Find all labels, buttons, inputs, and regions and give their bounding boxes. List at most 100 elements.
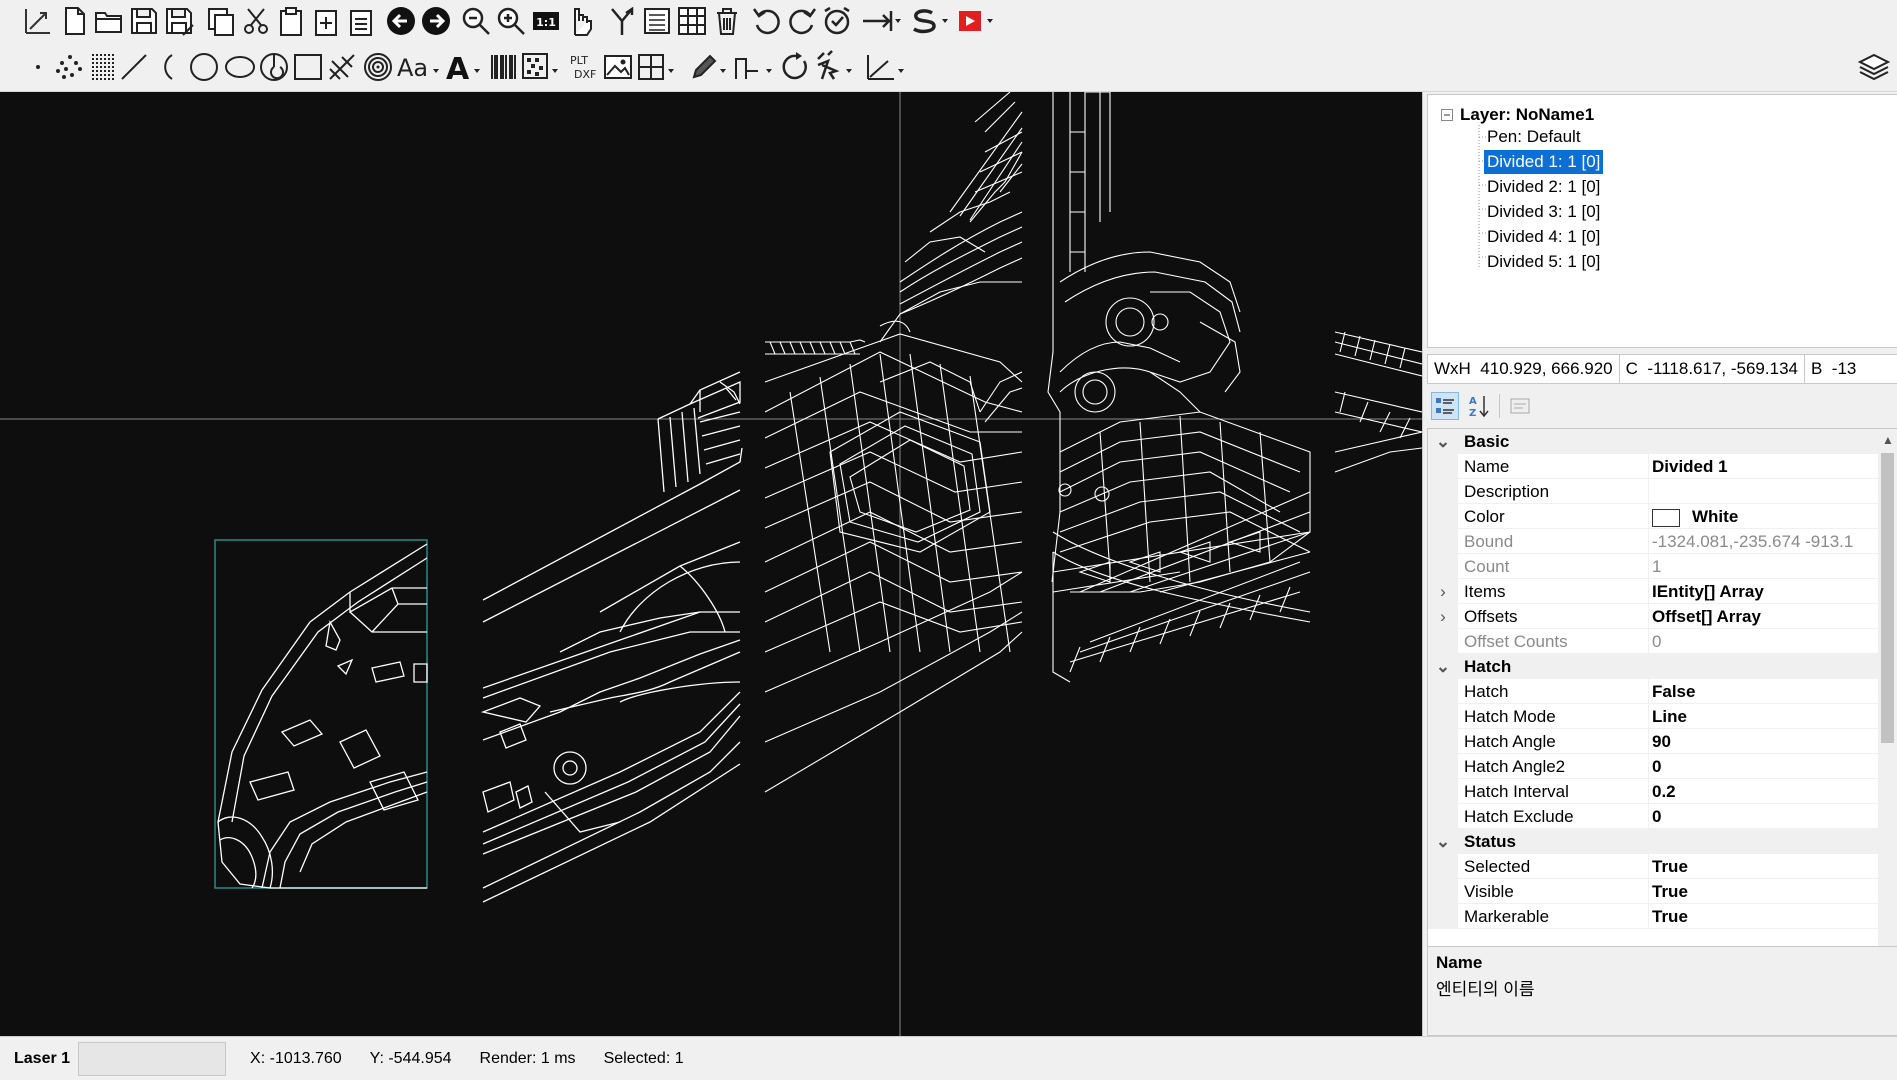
categorized-icon[interactable] <box>1431 392 1459 420</box>
rectangle-icon[interactable] <box>290 48 326 86</box>
prop-row-hatch-angle[interactable]: Hatch Angle 90 <box>1428 729 1879 754</box>
property-pages-icon[interactable] <box>1506 392 1534 420</box>
tree-item-divided-5[interactable]: Divided 5: 1 [0] <box>1484 250 1603 274</box>
alarm-icon[interactable] <box>819 2 855 40</box>
clipboard-icon[interactable] <box>343 2 379 40</box>
ellipse-icon[interactable] <box>222 48 258 86</box>
arrow-left-icon[interactable] <box>383 2 419 40</box>
prop-row-offset-counts[interactable]: Offset Counts 0 <box>1428 629 1879 654</box>
color-swatch <box>1652 508 1680 527</box>
rotate-cw-icon[interactable] <box>784 2 820 40</box>
sort-az-icon[interactable]: AZ <box>1465 392 1493 420</box>
prop-row-visible[interactable]: Visible True <box>1428 879 1879 904</box>
prop-row-markerable[interactable]: Markerable True <box>1428 904 1879 929</box>
prop-row-description[interactable]: Description <box>1428 479 1879 504</box>
paste-special-icon[interactable] <box>308 2 344 40</box>
prop-row-bound[interactable]: Bound -1324.081,-235.674 -913.1 <box>1428 529 1879 554</box>
prop-row-items[interactable]: › Items IEntity[] Array <box>1428 579 1879 604</box>
chevron-down-icon[interactable]: ⌄ <box>1428 429 1458 454</box>
tree-item-divided-1[interactable]: Divided 1: 1 [0] <box>1482 149 1605 175</box>
save-as-icon[interactable] <box>161 2 197 40</box>
zoom-in-icon[interactable] <box>493 2 529 40</box>
chevron-down-icon[interactable]: ⌄ <box>1428 654 1458 679</box>
text-a-icon[interactable]: A <box>444 48 486 87</box>
prop-row-hatch-exclude[interactable]: Hatch Exclude 0 <box>1428 804 1879 829</box>
prop-row-hatch-mode[interactable]: Hatch Mode Line <box>1428 704 1879 729</box>
prop-row-color[interactable]: Color White <box>1428 504 1879 529</box>
open-file-icon[interactable] <box>91 2 127 40</box>
copy-icon[interactable] <box>203 2 239 40</box>
drawing-canvas[interactable] <box>0 92 1422 1036</box>
zoom-1to1-icon[interactable]: 1:1 <box>528 2 564 40</box>
prop-row-name[interactable]: Name Divided 1 <box>1428 454 1879 479</box>
point-icon[interactable] <box>20 48 56 86</box>
wxh-cell: WxH 410.929, 666.920 <box>1428 355 1620 383</box>
tree-item-divided-3[interactable]: Divided 3: 1 [0] <box>1484 200 1603 224</box>
layers-icon[interactable] <box>1856 48 1892 86</box>
trepan-icon[interactable] <box>324 48 360 86</box>
chevron-down-icon[interactable]: ⌄ <box>1428 829 1458 854</box>
rotate-icon[interactable] <box>778 48 814 86</box>
chevron-right-icon[interactable]: › <box>1428 579 1458 604</box>
drawing-area-icon[interactable] <box>20 2 56 40</box>
arc-icon[interactable] <box>148 48 184 86</box>
circle-icon[interactable] <box>186 48 222 86</box>
entity-tree[interactable]: Layer: NoName1 Pen: Default Divided 1: 1… <box>1427 94 1897 348</box>
table-icon[interactable] <box>674 2 710 40</box>
prop-row-hatch[interactable]: Hatch False <box>1428 679 1879 704</box>
rotate-ccw-icon[interactable] <box>749 2 785 40</box>
center-cell: C -1118.617, -569.134 <box>1620 355 1805 383</box>
divided-3-payload <box>764 92 1023 793</box>
new-file-icon[interactable] <box>56 2 92 40</box>
tree-item-divided-2[interactable]: Divided 2: 1 [0] <box>1484 175 1603 199</box>
category-status[interactable]: ⌄ Status <box>1428 829 1879 854</box>
arrow-right-icon[interactable] <box>418 2 454 40</box>
pen-icon[interactable] <box>688 48 732 86</box>
tree-item-pen[interactable]: Pen: Default <box>1484 125 1584 149</box>
category-hatch[interactable]: ⌄ Hatch <box>1428 654 1879 679</box>
zoom-out-icon[interactable] <box>458 2 494 40</box>
svg-text:Z: Z <box>1469 408 1476 418</box>
pointer-plus-icon[interactable] <box>814 48 860 86</box>
list-icon[interactable] <box>639 2 675 40</box>
arrow-line-icon[interactable] <box>859 2 905 40</box>
line-icon[interactable] <box>116 48 152 86</box>
fork-icon[interactable] <box>604 2 640 40</box>
axis-icon[interactable] <box>864 48 910 86</box>
ramp-icon[interactable] <box>732 48 778 86</box>
barcode-icon[interactable] <box>486 48 522 86</box>
text-aa-icon[interactable]: Aa <box>394 48 442 86</box>
prop-row-count[interactable]: Count 1 <box>1428 554 1879 579</box>
property-grid[interactable]: ⌄ Basic Name Divided 1 Description Color Wh… <box>1427 428 1897 1034</box>
property-description-panel: Name 엔티티의 이름 <box>1427 946 1897 1036</box>
spiral-icon[interactable] <box>256 48 292 86</box>
tree-layer-node[interactable]: Layer: NoName1 <box>1460 103 1594 127</box>
category-basic[interactable]: ⌄ Basic <box>1428 429 1879 454</box>
plt-dxf-icon[interactable]: PLT DXF <box>566 48 602 86</box>
array-grid-icon[interactable] <box>636 48 680 86</box>
prop-row-selected[interactable]: Selected True <box>1428 854 1879 879</box>
pan-hand-icon[interactable] <box>563 2 599 40</box>
delete-icon[interactable] <box>709 2 745 40</box>
save-icon[interactable] <box>126 2 162 40</box>
matrix-code-icon[interactable] <box>520 48 564 86</box>
prop-row-hatch-interval[interactable]: Hatch Interval 0.2 <box>1428 779 1879 804</box>
chevron-right-icon[interactable]: › <box>1428 604 1458 629</box>
scrollbar-thumb[interactable] <box>1881 453 1894 743</box>
svg-text:A: A <box>1469 396 1477 407</box>
prop-row-hatch-angle2[interactable]: Hatch Angle2 0 <box>1428 754 1879 779</box>
donut-icon[interactable] <box>360 48 396 86</box>
propertygrid-scrollbar[interactable]: ▲ ▼ <box>1878 429 1897 1033</box>
paste-icon[interactable] <box>273 2 309 40</box>
bound-value: -13 <box>1831 359 1857 378</box>
image-icon[interactable] <box>600 48 636 86</box>
tree-item-divided-4[interactable]: Divided 4: 1 [0] <box>1484 225 1603 249</box>
render-time: Render: 1 ms <box>479 1049 576 1067</box>
scatter-icon[interactable] <box>52 48 88 86</box>
prop-row-offsets[interactable]: › Offsets Offset[] Array <box>1428 604 1879 629</box>
record-icon[interactable] <box>953 2 999 40</box>
divided-5-tail <box>1334 331 1422 473</box>
scroll-up-icon[interactable]: ▲ <box>1882 433 1894 447</box>
path-s-icon[interactable] <box>906 2 952 40</box>
cut-icon[interactable] <box>238 2 274 40</box>
